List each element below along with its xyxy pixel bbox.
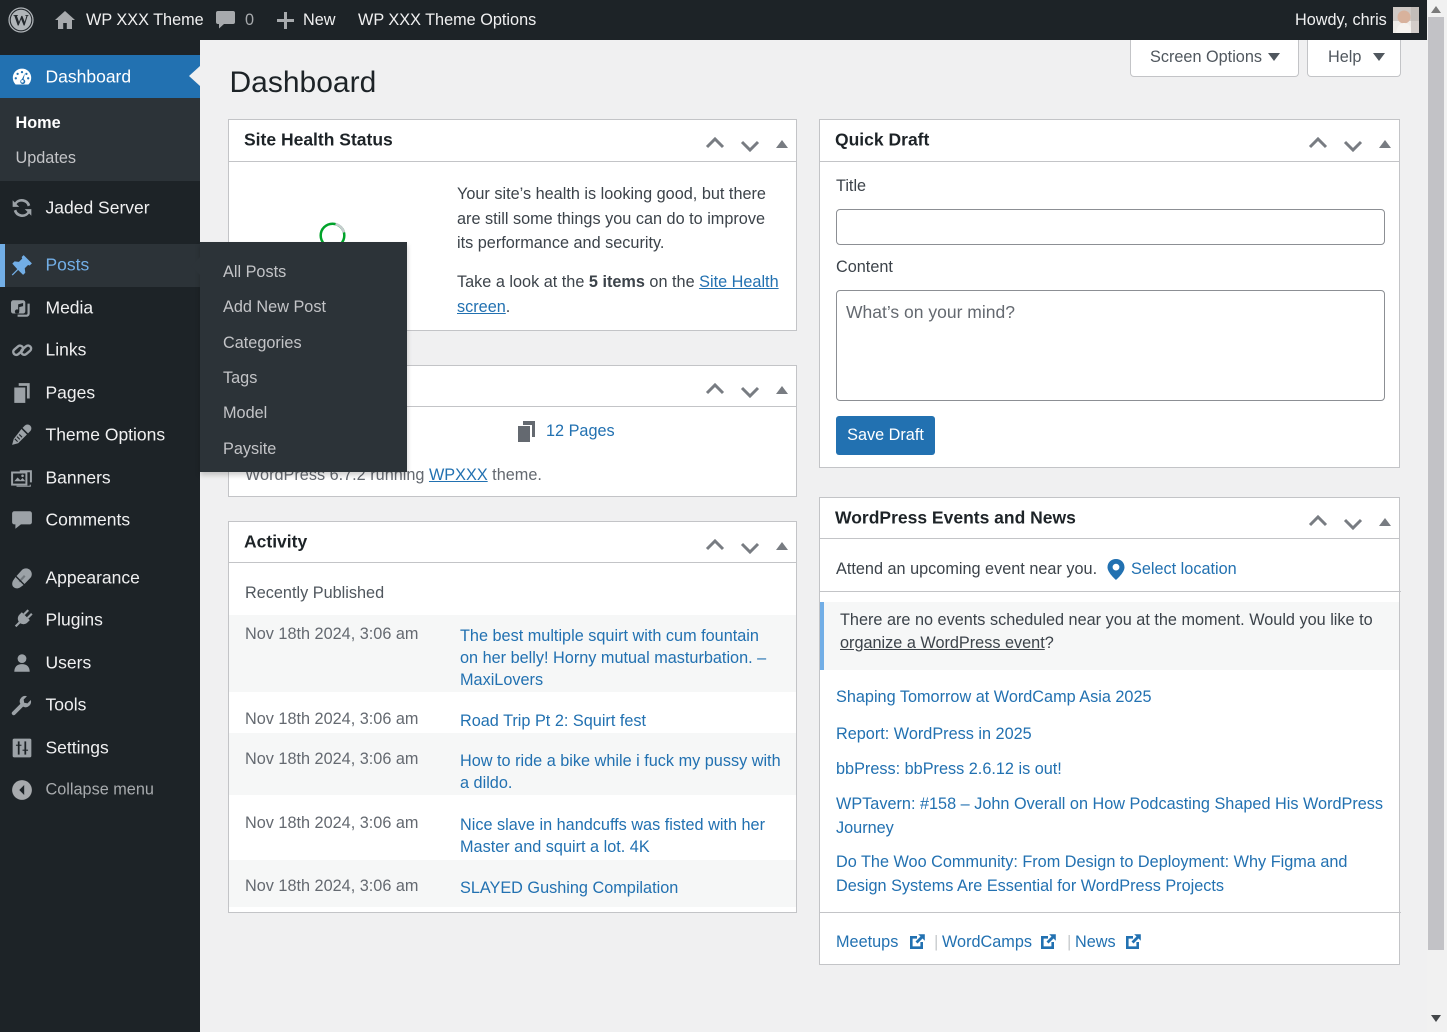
svg-text:W: W: [13, 13, 29, 30]
